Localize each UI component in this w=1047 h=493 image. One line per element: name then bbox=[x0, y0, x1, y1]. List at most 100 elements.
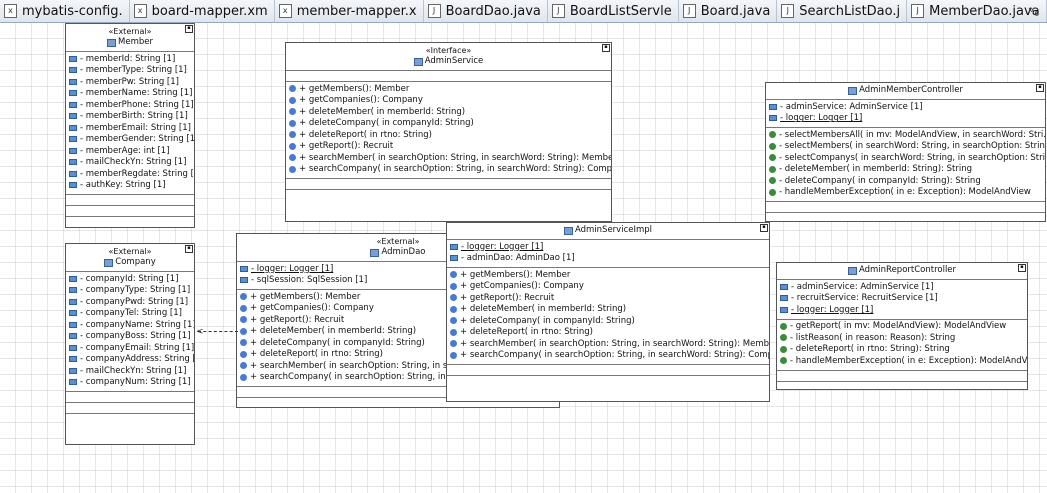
attribute-row[interactable]: - companyType: String [1] bbox=[66, 285, 194, 297]
collapse-icon[interactable]: ▪ bbox=[185, 245, 193, 253]
attribute-row[interactable]: - mailCheckYn: String [1] bbox=[66, 365, 194, 377]
field-icon bbox=[69, 55, 77, 62]
operation-row[interactable]: - handleMemberException( in e: Exception… bbox=[766, 187, 1045, 199]
diagram-canvas[interactable]: «External» Member ▪ - memberId: String [1] -… bbox=[0, 23, 1047, 493]
method-icon bbox=[450, 317, 457, 325]
tab-7[interactable]: J MemberDao.java bbox=[907, 0, 1047, 22]
tab-4[interactable]: J BoardListServle bbox=[548, 0, 679, 22]
collapse-icon[interactable]: ▪ bbox=[602, 44, 610, 52]
attribute-row[interactable]: - adminService: AdminService [1] bbox=[777, 281, 1027, 293]
operation-row[interactable]: + deleteReport( in rtno: String) bbox=[447, 327, 769, 339]
method-icon bbox=[240, 327, 247, 335]
extra-compartment bbox=[66, 403, 194, 414]
operation-row[interactable]: + deleteReport( in rtno: String) bbox=[286, 129, 611, 141]
operation-text: + searchMember( in searchOption: String,… bbox=[299, 152, 611, 163]
operation-row[interactable]: - selectMembersAll( in mv: ModelAndView,… bbox=[766, 129, 1045, 141]
attribute-row[interactable]: - logger: Logger [1] bbox=[766, 113, 1045, 125]
attribute-row[interactable]: - mailCheckYn: String [1] bbox=[66, 157, 194, 169]
attribute-row[interactable]: - adminService: AdminService [1] bbox=[766, 101, 1045, 113]
attribute-row[interactable]: - companyEmail: String [1] bbox=[66, 342, 194, 354]
tab-1[interactable]: x board-mapper.xm bbox=[130, 0, 275, 22]
collapse-icon[interactable]: ▪ bbox=[1018, 264, 1026, 272]
class-admin-member-controller[interactable]: AdminMemberController ▪ - adminService: Ad… bbox=[765, 82, 1046, 222]
tab-overflow-indicator[interactable]: »6 bbox=[1028, 3, 1039, 18]
operation-row[interactable]: - getReport( in mv: ModelAndView): Model… bbox=[777, 321, 1027, 333]
class-admin-report-controller[interactable]: AdminReportController ▪ - adminService: Ad… bbox=[776, 262, 1028, 390]
attribute-row[interactable]: - adminDao: AdminDao [1] bbox=[447, 253, 769, 265]
attribute-row[interactable]: - logger: Logger [1] bbox=[447, 241, 769, 253]
class-admin-service-impl[interactable]: AdminServiceImpl ▪ - logger: Logger [1] - a… bbox=[446, 222, 770, 402]
attribute-row[interactable]: - memberType: String [1] bbox=[66, 65, 194, 77]
operation-row[interactable]: + searchMember( in searchOption: String,… bbox=[447, 338, 769, 350]
operation-row[interactable]: + getCompanies(): Company bbox=[286, 95, 611, 107]
attribute-row[interactable]: - memberRegdate: String [1] bbox=[66, 168, 194, 180]
attribute-row[interactable]: - memberBirth: String [1] bbox=[66, 111, 194, 123]
field-icon bbox=[69, 170, 77, 177]
class-company[interactable]: «External» Company ▪ - companyId: String [1… bbox=[65, 243, 195, 445]
field-icon bbox=[69, 124, 77, 131]
operation-row[interactable]: + deleteMember( in memberId: String) bbox=[447, 304, 769, 316]
attribute-text: - memberPw: String [1] bbox=[80, 76, 179, 87]
field-icon bbox=[69, 67, 77, 74]
attribute-row[interactable]: - memberPw: String [1] bbox=[66, 76, 194, 88]
operation-text: + deleteReport( in rtno: String) bbox=[299, 129, 432, 140]
operation-row[interactable]: + deleteCompany( in companyId: String) bbox=[286, 118, 611, 130]
class-member[interactable]: «External» Member ▪ - memberId: String [1] -… bbox=[65, 23, 195, 228]
attribute-row[interactable]: - companyBoss: String [1] bbox=[66, 331, 194, 343]
attribute-text: - memberType: String [1] bbox=[80, 65, 187, 76]
attribute-row[interactable]: - companyAddress: String [1] bbox=[66, 354, 194, 366]
operation-row[interactable]: - selectCompanys( in searchWord: String,… bbox=[766, 152, 1045, 164]
attribute-row[interactable]: - memberPhone: String [1] bbox=[66, 99, 194, 111]
attribute-row[interactable]: - memberId: String [1] bbox=[66, 53, 194, 65]
operation-text: + searchMember( in searchOption: String,… bbox=[460, 338, 769, 349]
attribute-row[interactable]: - memberGender: String [1] bbox=[66, 134, 194, 146]
tab-5[interactable]: J Board.java bbox=[679, 0, 778, 22]
collapse-icon[interactable]: ▪ bbox=[185, 25, 193, 33]
operation-row[interactable]: - deleteMember( in memberId: String): St… bbox=[766, 164, 1045, 176]
operation-row[interactable]: + deleteCompany( in companyId: String) bbox=[447, 315, 769, 327]
operation-row[interactable]: + getMembers(): Member bbox=[447, 269, 769, 281]
attribute-row[interactable]: - companyId: String [1] bbox=[66, 273, 194, 285]
tab-0[interactable]: x mybatis-config. bbox=[0, 0, 130, 22]
operation-row[interactable]: - deleteReport( in rtno: String): String bbox=[777, 344, 1027, 356]
operation-row[interactable]: + getReport(): Recruit bbox=[286, 141, 611, 153]
attribute-row[interactable]: - memberEmail: String [1] bbox=[66, 122, 194, 134]
method-icon bbox=[289, 154, 296, 162]
operation-row[interactable]: + deleteMember( in memberId: String) bbox=[286, 106, 611, 118]
attribute-row[interactable]: - authKey: String [1] bbox=[66, 180, 194, 192]
attribute-row[interactable]: - companyPwd: String [1] bbox=[66, 296, 194, 308]
class-name-row: AdminService bbox=[286, 56, 611, 67]
field-icon bbox=[69, 367, 77, 374]
attribute-row[interactable]: - memberName: String [1] bbox=[66, 88, 194, 100]
attribute-text: - memberId: String [1] bbox=[80, 53, 176, 64]
collapse-icon[interactable]: ▪ bbox=[1036, 84, 1044, 92]
attribute-row[interactable]: - recruitService: RecruitService [1] bbox=[777, 293, 1027, 305]
attribute-row[interactable]: - logger: Logger [1] bbox=[777, 304, 1027, 316]
attribute-row[interactable]: - companyName: String [1] bbox=[66, 319, 194, 331]
operation-row[interactable]: - deleteCompany( in companyId: String): … bbox=[766, 175, 1045, 187]
tab-3[interactable]: J BoardDao.java bbox=[424, 0, 548, 22]
operation-row[interactable]: + getReport(): Recruit bbox=[447, 292, 769, 304]
attribute-row[interactable]: - memberAge: int [1] bbox=[66, 145, 194, 157]
operation-row[interactable]: + searchCompany( in searchOption: String… bbox=[447, 350, 769, 362]
class-name-row: AdminMemberController bbox=[766, 85, 1045, 96]
class-admin-service[interactable]: «Interface» AdminService ▪ + getMembers(): … bbox=[285, 42, 612, 222]
collapse-icon[interactable]: ▪ bbox=[760, 224, 768, 232]
operation-row[interactable]: - selectMembers( in searchWord: String, … bbox=[766, 141, 1045, 153]
operation-row[interactable]: - listReason( in reason: Reason): String bbox=[777, 332, 1027, 344]
class-icon bbox=[848, 86, 858, 95]
tab-2[interactable]: x member-mapper.x bbox=[275, 0, 424, 22]
field-icon bbox=[69, 344, 77, 351]
operation-row[interactable]: - handleMemberException( in e: Exception… bbox=[777, 355, 1027, 367]
class-name: Member bbox=[118, 37, 153, 47]
method-icon bbox=[289, 108, 296, 116]
operation-row[interactable]: + searchMember( in searchOption: String,… bbox=[286, 152, 611, 164]
class-icon bbox=[413, 57, 423, 66]
operation-row[interactable]: + searchCompany( in searchOption: String… bbox=[286, 164, 611, 176]
field-icon bbox=[780, 283, 788, 290]
operation-row[interactable]: + getCompanies(): Company bbox=[447, 281, 769, 293]
attribute-row[interactable]: - companyNum: String [1] bbox=[66, 377, 194, 389]
operation-row[interactable]: + getMembers(): Member bbox=[286, 83, 611, 95]
tab-6[interactable]: J SearchListDao.j bbox=[777, 0, 908, 22]
attribute-row[interactable]: - companyTel: String [1] bbox=[66, 308, 194, 320]
